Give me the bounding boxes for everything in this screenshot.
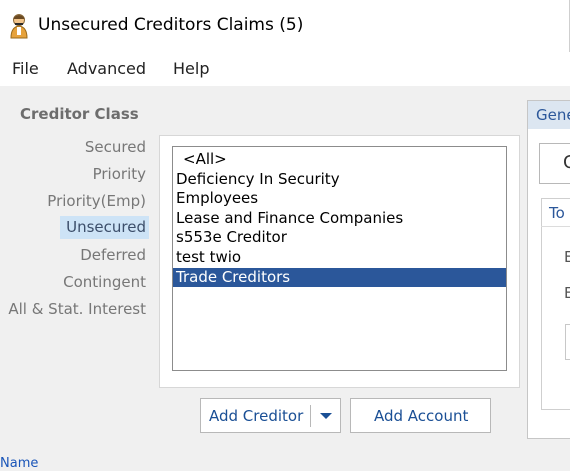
- list-item-s553e-creditor[interactable]: s553e Creditor: [173, 228, 506, 248]
- menu-bar: File Advanced Help: [0, 52, 570, 86]
- list-item-deficiency-in-security[interactable]: Deficiency In Security: [173, 170, 506, 190]
- split-divider: [310, 405, 311, 427]
- add-account-label: Add Account: [374, 407, 469, 425]
- person-icon: [10, 14, 28, 39]
- menu-help[interactable]: Help: [173, 59, 209, 78]
- right-box-text: C: [563, 152, 570, 173]
- add-creditor-split-button: Add Creditor: [200, 398, 341, 433]
- add-creditor-button[interactable]: Add Creditor: [209, 407, 303, 425]
- class-item-all-stat-interest[interactable]: All & Stat. Interest: [2, 298, 149, 321]
- class-item-deferred[interactable]: Deferred: [74, 244, 149, 267]
- add-account-button[interactable]: Add Account: [350, 398, 491, 433]
- title-bar: Unsecured Creditors Claims (5): [0, 0, 570, 52]
- right-field-label-1: E: [564, 248, 570, 266]
- list-item-trade-creditors[interactable]: Trade Creditors: [173, 267, 506, 288]
- menu-advanced[interactable]: Advanced: [67, 59, 146, 78]
- right-group-title: To: [549, 204, 565, 222]
- list-item-lease-and-finance[interactable]: Lease and Finance Companies: [173, 209, 506, 229]
- class-item-priority[interactable]: Priority: [87, 163, 149, 186]
- right-group-divider: [541, 226, 570, 227]
- right-group-box: [541, 198, 570, 410]
- class-item-unsecured[interactable]: Unsecured: [60, 216, 149, 239]
- chevron-down-icon[interactable]: [320, 413, 332, 419]
- creditor-class-title: Creditor Class: [20, 105, 139, 123]
- class-item-contingent[interactable]: Contingent: [57, 271, 149, 294]
- class-item-secured[interactable]: Secured: [79, 136, 149, 159]
- right-input-field[interactable]: [565, 324, 570, 360]
- list-item-all[interactable]: <All>: [173, 150, 506, 170]
- list-item-test-twio[interactable]: test twio: [173, 248, 506, 268]
- tab-general-label: Gene: [536, 106, 570, 124]
- menu-file[interactable]: File: [12, 59, 39, 78]
- window-title: Unsecured Creditors Claims (5): [38, 15, 304, 35]
- creditor-listbox[interactable]: <All> Deficiency In Security Employees L…: [172, 146, 507, 371]
- class-item-priority-emp[interactable]: Priority(Emp): [41, 190, 149, 213]
- list-item-employees[interactable]: Employees: [173, 189, 506, 209]
- tab-general[interactable]: Gene: [527, 100, 570, 130]
- right-field-label-2: E: [564, 284, 570, 302]
- right-panel-box[interactable]: C: [539, 143, 570, 184]
